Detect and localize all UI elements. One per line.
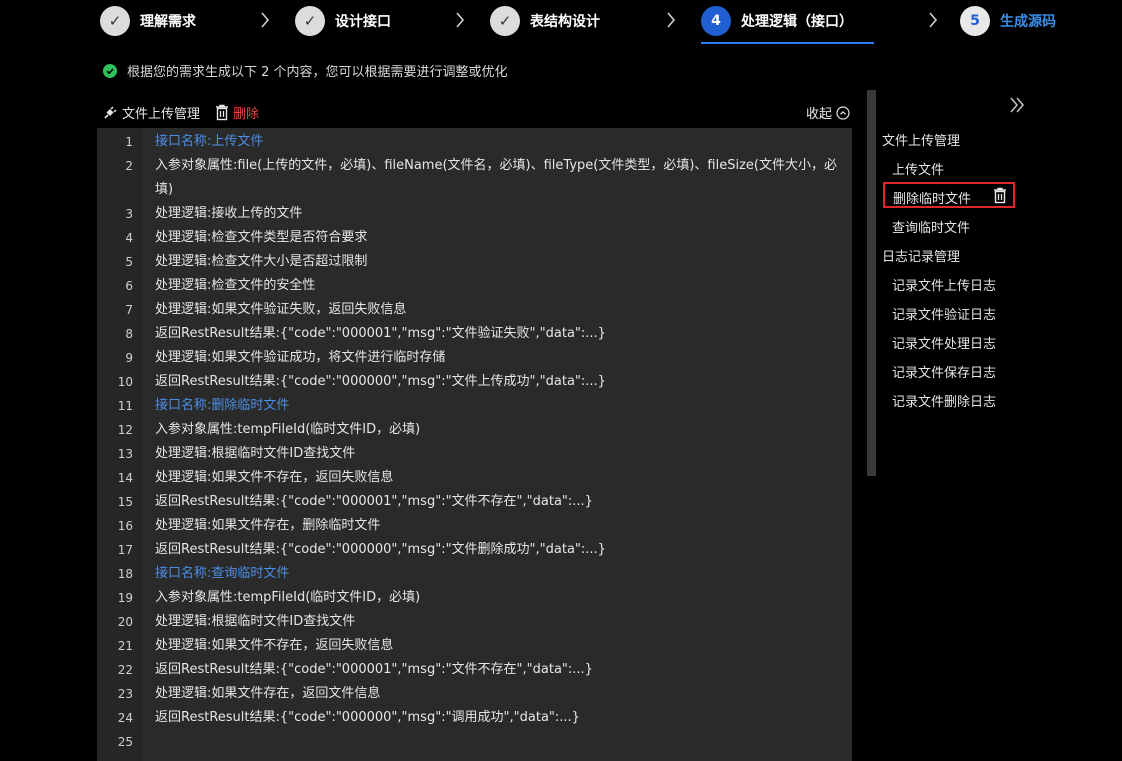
- chevron-right-icon: [261, 12, 270, 28]
- line-number: 21: [117, 639, 133, 653]
- line-number: 11: [117, 399, 133, 413]
- line-number: 3: [125, 207, 133, 221]
- code-line-text: 处理逻辑:接收上传的文件: [155, 206, 303, 221]
- line-number: 15: [117, 495, 133, 509]
- line-number: 7: [125, 303, 133, 317]
- check-icon: ✓: [490, 6, 520, 36]
- code-line-text: 返回RestResult结果:{"code":"000000","msg":"文…: [155, 542, 606, 557]
- chevron-right-icon: [929, 12, 938, 28]
- double-chevron-right-icon[interactable]: [1008, 95, 1026, 115]
- code-line-text: 处理逻辑:如果文件不存在，返回失败信息: [155, 638, 394, 653]
- interface-name-line: 接口名称:删除临时文件: [155, 398, 290, 413]
- code-line-text: 处理逻辑:根据临时文件ID查找文件: [155, 446, 356, 461]
- line-number: 14: [117, 471, 133, 485]
- code-line-text: 返回RestResult结果:{"code":"000001","msg":"文…: [155, 494, 593, 509]
- line-number: 1: [125, 135, 133, 149]
- editor-toolbar: 文件上传管理 删除 收起: [102, 103, 850, 125]
- line-number: 19: [117, 591, 133, 605]
- step-label: 处理逻辑（接口）: [741, 14, 853, 30]
- chevron-right-icon: [456, 12, 465, 28]
- line-number: 10: [117, 375, 133, 389]
- code-line-text: 入参对象属性:tempFileId(临时文件ID，必填): [155, 590, 421, 605]
- line-number: 24: [117, 711, 133, 725]
- line-number: 20: [117, 615, 133, 629]
- success-check-icon: [103, 63, 117, 78]
- outline-item-label: 删除临时文件: [893, 192, 972, 207]
- code-line-text: 处理逻辑:如果文件不存在，返回失败信息: [155, 470, 394, 485]
- step-table-design[interactable]: ✓ 表结构设计: [490, 5, 600, 37]
- collapse-label: 收起: [805, 107, 832, 122]
- line-number: 4: [125, 231, 133, 245]
- step-generate-source[interactable]: 5 生成源码: [960, 5, 1056, 37]
- outline-item[interactable]: 上传文件: [892, 159, 944, 178]
- code-line-text: 处理逻辑:检查文件大小是否超过限制: [155, 254, 368, 269]
- chevron-right-icon: [667, 12, 676, 28]
- interface-name-line: 接口名称:上传文件: [155, 134, 264, 149]
- line-number: 25: [117, 735, 133, 749]
- outline-group-title: 日志记录管理: [882, 250, 961, 265]
- step-label: 表结构设计: [530, 14, 600, 30]
- interface-name-line: 接口名称:查询临时文件: [155, 566, 290, 581]
- delete-label: 删除: [233, 107, 260, 122]
- code-line-text: 处理逻辑:如果文件存在，删除临时文件: [155, 518, 381, 533]
- trash-icon[interactable]: [993, 187, 1007, 204]
- outline-item-selected[interactable]: 删除临时文件: [883, 182, 1015, 208]
- collapse-up-icon: [836, 105, 850, 120]
- line-number: 18: [117, 567, 133, 581]
- code-line-text: 处理逻辑:如果文件验证失败，返回失败信息: [155, 302, 407, 317]
- code-line-text: 返回RestResult结果:{"code":"000000","msg":"文…: [155, 374, 606, 389]
- code-line-text: 处理逻辑:根据临时文件ID查找文件: [155, 614, 356, 629]
- line-number: 6: [125, 279, 133, 293]
- outline-item[interactable]: 记录文件上传日志: [892, 275, 996, 294]
- line-number: 22: [117, 663, 133, 677]
- line-number: 2: [125, 159, 133, 173]
- check-icon: ✓: [295, 6, 325, 36]
- code-line-text: 处理逻辑:检查文件的安全性: [155, 278, 316, 293]
- code-line-text: 处理逻辑:检查文件类型是否符合要求: [155, 230, 368, 245]
- progress-stepper: ✓ 理解需求 ✓ 设计接口 ✓ 表结构设计 4 处理逻辑（接口） 5 生成源码: [0, 0, 1122, 46]
- line-number: 8: [125, 327, 133, 341]
- step-label: 理解需求: [140, 14, 196, 30]
- line-number: 12: [117, 423, 133, 437]
- outline-item[interactable]: 记录文件保存日志: [892, 362, 996, 381]
- check-icon: ✓: [100, 6, 130, 36]
- notice-text: 根据您的需求生成以下 2 个内容，您可以根据需要进行调整或优化: [127, 65, 508, 80]
- code-line-text: 返回RestResult结果:{"code":"000000","msg":"调…: [155, 710, 580, 725]
- line-number: 13: [117, 447, 133, 461]
- line-number: 23: [117, 687, 133, 701]
- step-label: 生成源码: [1000, 14, 1056, 30]
- code-line-text: 返回RestResult结果:{"code":"000001","msg":"文…: [155, 326, 606, 341]
- step-number-badge: 4: [701, 6, 731, 36]
- collapse-button[interactable]: 收起: [806, 103, 850, 122]
- line-number: 17: [117, 543, 133, 557]
- delete-button[interactable]: 删除: [215, 103, 259, 122]
- line-number: 16: [117, 519, 133, 533]
- outline-item[interactable]: 查询临时文件: [892, 217, 970, 236]
- upload-label: 文件上传管理: [122, 107, 201, 122]
- code-line-text: 处理逻辑:如果文件存在，返回文件信息: [155, 686, 381, 701]
- code-line-text: 处理逻辑:如果文件验证成功，将文件进行临时存储: [155, 350, 446, 365]
- outline-group-title: 文件上传管理: [882, 134, 961, 149]
- plug-icon: [104, 105, 117, 119]
- step-understand-requirements[interactable]: ✓ 理解需求: [100, 5, 196, 37]
- active-step-underline: [701, 42, 874, 44]
- step-processing-logic[interactable]: 4 处理逻辑（接口）: [701, 5, 853, 37]
- code-line-text: 入参对象属性:file(上传的文件，必填)、fileName(文件名，必填)、f…: [155, 158, 837, 197]
- line-number: 9: [125, 351, 133, 365]
- line-number: 5: [125, 255, 133, 269]
- outline-item[interactable]: 记录文件处理日志: [892, 333, 996, 352]
- file-upload-management-title[interactable]: 文件上传管理: [102, 103, 200, 122]
- code-line-text: 返回RestResult结果:{"code":"000001","msg":"文…: [155, 662, 593, 677]
- step-number-badge: 5: [960, 6, 990, 36]
- trash-icon: [216, 104, 228, 121]
- outline-item[interactable]: 记录文件验证日志: [892, 304, 996, 323]
- vertical-scrollbar[interactable]: [867, 90, 876, 476]
- step-label: 设计接口: [335, 14, 391, 30]
- info-notice: 根据您的需求生成以下 2 个内容，您可以根据需要进行调整或优化: [103, 61, 508, 80]
- code-line-text: 入参对象属性:tempFileId(临时文件ID，必填): [155, 422, 421, 437]
- outline-item[interactable]: 记录文件删除日志: [892, 391, 996, 410]
- code-editor[interactable]: 1 接口名称:上传文件 2 入参对象属性:file(上传的文件，必填)、fileNam…: [97, 128, 852, 761]
- step-design-interface[interactable]: ✓ 设计接口: [295, 5, 391, 37]
